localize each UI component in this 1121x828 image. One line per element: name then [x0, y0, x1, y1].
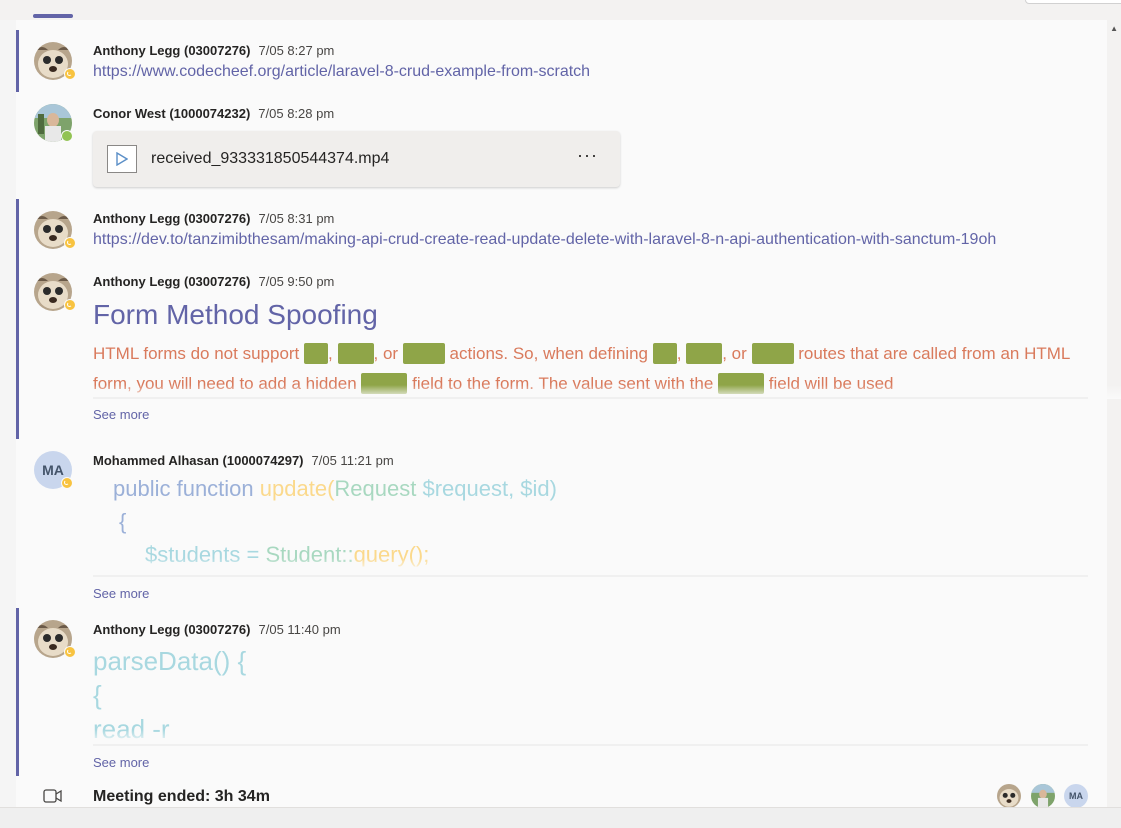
timestamp: 7/05 9:50 pm	[258, 274, 335, 289]
message-header: Anthony Legg (03007276) 7/05 11:40 pm	[93, 622, 341, 637]
code-token: )	[549, 476, 557, 501]
timestamp: 7/05 8:27 pm	[258, 43, 335, 58]
participant-avatar[interactable]: MA	[1064, 784, 1088, 808]
author-name[interactable]: Anthony Legg (03007276)	[93, 43, 251, 58]
status-away-icon	[61, 477, 73, 489]
search-box[interactable]	[1025, 0, 1121, 4]
code-token: Student	[265, 542, 342, 567]
meeting-ended-text: Meeting ended: 3h 34m	[93, 788, 270, 805]
timestamp: 7/05 8:28 pm	[258, 106, 335, 121]
status-away-icon	[64, 68, 76, 80]
author-name[interactable]: Mohammed Alhasan (1000074297)	[93, 453, 304, 468]
message[interactable]: MA Mohammed Alhasan (1000074297) 7/05 11:…	[16, 439, 1108, 609]
message[interactable]: Anthony Legg (03007276) 7/05 11:40 pm par…	[16, 608, 1111, 776]
code-highlight	[337, 343, 374, 364]
code-token: ();	[408, 542, 430, 567]
message-header: Anthony Legg (03007276) 7/05 8:31 pm	[93, 211, 334, 226]
message-paragraph: HTML forms do not support , , or actions…	[93, 339, 1121, 399]
code-token: $request, $id	[422, 476, 550, 501]
author-name[interactable]: Anthony Legg (03007276)	[93, 274, 251, 289]
message[interactable]: Anthony Legg (03007276) 7/05 9:50 pm Form…	[16, 261, 1121, 439]
message-heading: Form Method Spoofing	[93, 299, 378, 330]
timestamp: 7/05 8:31 pm	[258, 211, 335, 226]
see-more-link[interactable]: See more	[93, 586, 149, 601]
code-highlight	[402, 343, 445, 364]
message-header: Mohammed Alhasan (1000074297) 7/05 11:21 …	[93, 453, 394, 468]
message-header: Anthony Legg (03007276) 7/05 9:50 pm	[93, 274, 334, 289]
code-block: public function update(Request $request,…	[93, 472, 1088, 572]
file-name[interactable]: received_933331850544374.mp4	[151, 150, 389, 168]
code-highlight	[751, 343, 794, 364]
para-text: ,	[676, 344, 682, 363]
video-file-icon	[107, 145, 137, 173]
message[interactable]: Conor West (1000074232) 7/05 8:28 pm rece…	[16, 92, 1108, 192]
timestamp: 7/05 11:40 pm	[258, 622, 341, 637]
author-name[interactable]: Anthony Legg (03007276)	[93, 622, 251, 637]
code-line: parseData() {	[93, 646, 247, 676]
code-line: read -r	[93, 714, 170, 744]
code-highlight	[361, 373, 408, 394]
status-away-icon	[64, 646, 76, 658]
message-link[interactable]: https://dev.to/tanzimibthesam/making-api…	[93, 231, 996, 249]
divider	[93, 575, 1088, 577]
code-token: update	[259, 476, 328, 501]
para-text: , or	[722, 344, 747, 363]
code-highlight	[304, 343, 329, 364]
para-text: ,	[328, 344, 333, 363]
code-token: Request	[334, 476, 423, 501]
see-more-link[interactable]: See more	[93, 407, 149, 422]
status-away-icon	[64, 299, 76, 311]
code-token: public function	[113, 476, 260, 501]
code-highlight	[718, 373, 765, 394]
file-attachment[interactable]: received_933331850544374.mp4 ···	[93, 131, 620, 187]
code-token: $students =	[145, 542, 266, 567]
participant-avatar[interactable]	[997, 784, 1021, 808]
para-text: field to the form. The value sent with t…	[412, 374, 714, 393]
code-highlight	[652, 343, 677, 364]
code-token: {	[119, 509, 127, 534]
status-available-icon	[61, 130, 73, 142]
para-text: HTML forms do not support	[93, 344, 300, 363]
message-header: Conor West (1000074232) 7/05 8:28 pm	[93, 106, 334, 121]
code-highlight	[686, 343, 723, 364]
divider	[93, 744, 1088, 746]
message[interactable]: Anthony Legg (03007276) 7/05 8:27 pm http…	[16, 30, 1111, 92]
code-token: ::	[341, 542, 354, 567]
timestamp: 7/05 11:21 pm	[311, 453, 394, 468]
divider	[93, 397, 1088, 399]
status-away-icon	[64, 237, 76, 249]
more-options-icon[interactable]: ···	[577, 145, 598, 166]
bottom-bar	[0, 807, 1121, 828]
code-token: query	[353, 542, 409, 567]
message-link[interactable]: https://www.codecheef.org/article/larave…	[93, 63, 590, 81]
code-line: {	[93, 680, 102, 710]
message[interactable]: Anthony Legg (03007276) 7/05 8:31 pm http…	[16, 199, 1111, 261]
author-name[interactable]: Conor West (1000074232)	[93, 106, 250, 121]
para-text: field will be used	[768, 374, 894, 393]
message-header: Anthony Legg (03007276) 7/05 8:27 pm	[93, 43, 334, 58]
participant-avatar[interactable]	[1031, 784, 1055, 808]
tab-indicator	[33, 14, 73, 18]
scroll-up-arrow-icon[interactable]: ▲	[1110, 24, 1118, 33]
see-more-link[interactable]: See more	[93, 755, 149, 770]
para-text: actions. So, when defining	[449, 344, 648, 363]
top-bar	[0, 0, 1121, 20]
para-text: routes that are called from	[798, 344, 996, 363]
code-block: parseData() { { read -r	[93, 644, 1088, 744]
author-name[interactable]: Anthony Legg (03007276)	[93, 211, 251, 226]
para-text: , or	[373, 344, 399, 363]
